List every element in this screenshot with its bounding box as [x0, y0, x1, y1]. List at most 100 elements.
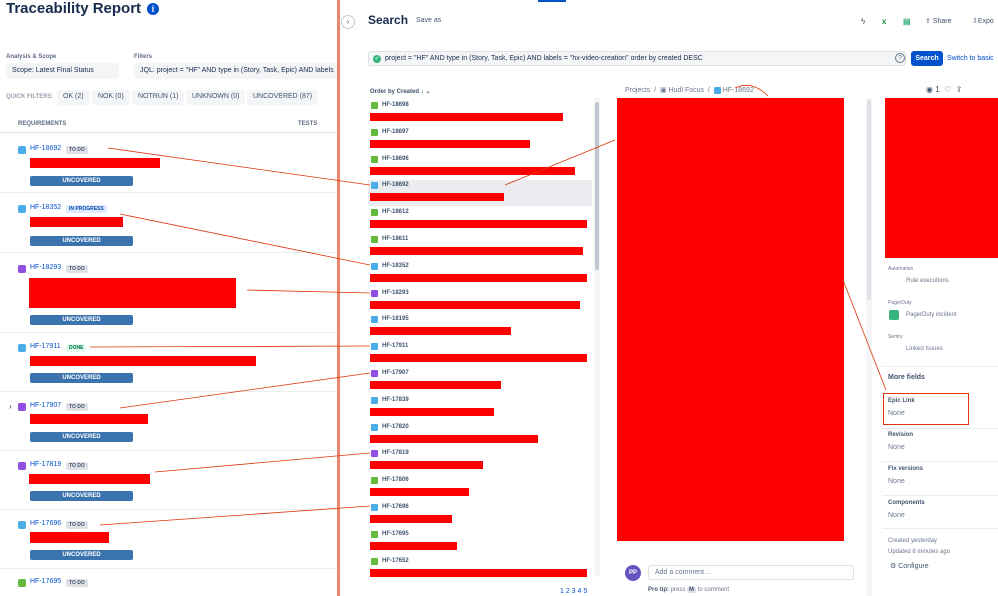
requirement-key[interactable]: HF-18293 [30, 264, 61, 271]
issue-list-item[interactable]: HF-17806 [368, 475, 592, 501]
issue-list-item[interactable]: HF-18293 [368, 288, 592, 314]
more-fields-toggle[interactable]: More fields [888, 374, 925, 381]
share-button[interactable]: ⇪ Share [925, 17, 952, 25]
redacted-summary [29, 278, 236, 308]
scope-select[interactable]: Scope: Latest Final Status [6, 63, 119, 79]
fix-versions-value[interactable]: None [888, 478, 905, 485]
traceability-panel: Traceability Report i Analysis & Scope S… [0, 0, 337, 596]
pagerduty-link[interactable]: PagerDuty incident [906, 312, 957, 318]
detail-scroll-thumb[interactable] [867, 100, 871, 300]
filters-jql[interactable]: JQL: project = "HF" AND type in (Story, … [134, 63, 337, 79]
story-icon [371, 156, 378, 163]
status-badge: IN PROGRESS [66, 205, 107, 213]
like-thumb-icon[interactable]: ♡ [944, 85, 951, 94]
revision-value[interactable]: None [888, 444, 905, 451]
issue-list-item[interactable]: HF-18612 [368, 207, 592, 233]
status-badge: TO DO [66, 579, 88, 587]
requirement-row: HF-18352 IN PROGRESS UNCOVERED [0, 193, 337, 253]
issue-list-item[interactable]: HF-17911 [368, 341, 592, 367]
issue-key: HF-18697 [382, 129, 409, 135]
issue-list-item[interactable]: HF-18195 [368, 314, 592, 340]
revision-label: Revision [888, 432, 914, 438]
requirement-key[interactable]: HF-17696 [30, 520, 61, 527]
automation-link[interactable]: Rule executions [906, 278, 949, 284]
components-value[interactable]: None [888, 512, 905, 519]
quick-filter-ok[interactable]: OK (2) [57, 90, 90, 105]
issue-list-item[interactable]: HF-17652 [368, 556, 592, 582]
excel-icon[interactable]: x [882, 17, 886, 26]
configure-button[interactable]: ⚙ Configure [890, 562, 929, 570]
issue-key: HF-18195 [382, 316, 409, 322]
uncovered-badge: UNCOVERED [30, 373, 133, 383]
pro-tip-suffix: to comment [697, 587, 730, 593]
issue-list-item[interactable]: HF-18692 [368, 180, 592, 206]
sort-arrow-icon[interactable]: ↓ ⌄ [421, 89, 431, 95]
search-button[interactable]: Search [911, 51, 943, 66]
requirement-row: HF-18692 TO DO UNCOVERED [0, 133, 337, 193]
help-icon[interactable]: ? [895, 53, 905, 63]
issue-list-item[interactable]: HF-17695 [368, 529, 592, 555]
issue-list-item[interactable]: HF-18697 [368, 127, 592, 153]
share-icon[interactable]: ⇪ [956, 85, 963, 94]
redacted-summary [370, 515, 452, 523]
issue-list-item[interactable]: HF-18352 [368, 261, 592, 287]
issue-list-item[interactable]: HF-17907 [368, 368, 592, 394]
breadcrumb-issue[interactable]: HF-18692 [723, 87, 754, 94]
requirement-key[interactable]: HF-18692 [30, 145, 61, 152]
page-title-text: Traceability Report [6, 0, 142, 17]
redacted-sidebar-content [885, 98, 998, 258]
requirement-key[interactable]: HF-17911 [30, 343, 61, 350]
issue-list-item[interactable]: HF-17820 [368, 422, 592, 448]
expand-chevron-icon[interactable]: › [9, 402, 12, 411]
redacted-summary [30, 414, 148, 424]
switch-to-basic-link[interactable]: Switch to basic [947, 55, 994, 62]
status-badge: DONE [66, 344, 87, 352]
task-icon [18, 146, 26, 154]
issue-key: HF-17695 [382, 531, 409, 537]
story-icon [371, 102, 378, 109]
uncovered-badge: UNCOVERED [30, 550, 133, 560]
quick-filter-unknown[interactable]: UNKNOWN (0) [186, 90, 246, 105]
issue-key: HF-17819 [382, 450, 409, 456]
pagination[interactable]: 1 2 3 4 5 [560, 588, 587, 595]
requirement-key[interactable]: HF-18352 [30, 204, 61, 211]
task-icon [18, 344, 26, 352]
issue-list-item[interactable]: HF-17819 [368, 448, 592, 474]
issue-list-item[interactable]: HF-18611 [368, 234, 592, 260]
breadcrumb: Projects / ▣ Hudl Focus / HF-18692 [625, 86, 754, 94]
redacted-summary [370, 354, 587, 362]
valid-check-icon: ✓ [373, 55, 381, 63]
uncovered-badge: UNCOVERED [30, 491, 133, 501]
issue-key: HF-17911 [382, 343, 409, 349]
export-button[interactable]: ⇩Expo [972, 17, 994, 25]
epic-icon [18, 462, 26, 470]
quick-filter-uncovered[interactable]: UNCOVERED (87) [247, 90, 319, 105]
quick-filter-notrun[interactable]: NOTRUN (1) [132, 90, 185, 105]
sentry-link[interactable]: Linked Issues [906, 346, 943, 352]
issue-list-item[interactable]: HF-18698 [368, 100, 592, 126]
lightning-icon[interactable]: ϟ [861, 17, 865, 26]
epic-link-value[interactable]: None [888, 410, 905, 417]
save-as-button[interactable]: Save as [416, 17, 441, 24]
info-icon[interactable]: i [147, 2, 160, 15]
list-scroll-thumb[interactable] [595, 102, 599, 270]
issue-list-item[interactable]: HF-17696 [368, 502, 592, 528]
avatar: PP [625, 565, 641, 581]
requirement-key[interactable]: HF-17819 [30, 461, 61, 468]
order-by-control[interactable]: Order by Created ↓ ⌄ [370, 88, 430, 95]
story-icon [18, 579, 26, 587]
issue-list-item[interactable]: HF-17839 [368, 395, 592, 421]
watch-eye-icon[interactable]: ◉ [926, 85, 933, 94]
collapse-chevron-icon[interactable]: › [341, 15, 355, 29]
comment-input[interactable]: Add a comment… [648, 565, 854, 580]
breadcrumb-projects[interactable]: Projects [625, 87, 650, 94]
breadcrumb-project[interactable]: Hudl Focus [669, 87, 704, 94]
sheets-icon[interactable]: ▤ [903, 17, 911, 26]
jql-input[interactable]: ✓ project = "HF" AND type in (Story, Tas… [368, 51, 906, 66]
uncovered-badge: UNCOVERED [30, 315, 133, 325]
requirement-row: › HF-17907 TO DO UNCOVERED [0, 392, 337, 451]
quick-filter-nok[interactable]: NOK (0) [92, 90, 130, 105]
issue-list-item[interactable]: HF-18696 [368, 154, 592, 180]
requirement-key[interactable]: HF-17907 [30, 402, 61, 409]
requirement-key[interactable]: HF-17695 [30, 578, 61, 585]
